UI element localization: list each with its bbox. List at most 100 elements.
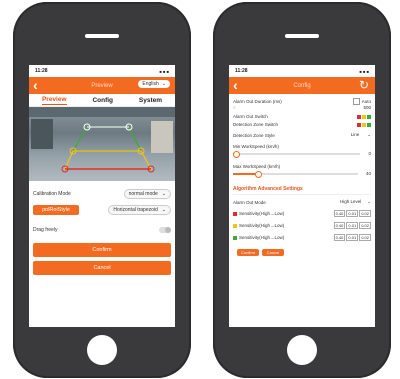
detection-zone-style-select[interactable]: Line ⌄ bbox=[351, 132, 371, 138]
detection-zone-switch-row: Detection Zone Switch bbox=[229, 122, 375, 127]
tab-system[interactable]: System bbox=[139, 97, 162, 104]
divider bbox=[233, 194, 371, 195]
sensitivity-row: Sensitivity(High→Low) 0.40 0.01 0.02 bbox=[229, 210, 375, 217]
left-phone-screen: 11:28 ■ ■ ■ ‹ Preview English ⌄ Preview … bbox=[29, 65, 175, 327]
speaker-grille bbox=[85, 34, 119, 38]
auto-checkbox[interactable] bbox=[352, 98, 360, 105]
sensitivity-input[interactable]: 0.02 bbox=[359, 210, 371, 217]
right-phone: 11:28 ■ ■ ■ ‹ Config ↻ Alarm Out Duratio… bbox=[213, 2, 391, 378]
tab-bar: Preview Config System bbox=[29, 94, 175, 107]
cancel-button[interactable]: Cancel bbox=[33, 261, 171, 275]
cancel-button[interactable]: Cancel bbox=[262, 249, 284, 256]
confirm-button[interactable]: Confirm bbox=[237, 249, 259, 256]
sensitivity-row: Sensitivity(High→Low) 0.40 0.01 0.02 bbox=[229, 234, 375, 241]
detection-zone-style-row: Detection Zone Style Line ⌄ bbox=[229, 132, 375, 138]
style-row: polRoiStyle Horizontal trapezoid ⌄ bbox=[29, 205, 175, 215]
home-button[interactable] bbox=[87, 335, 117, 365]
detection-zone-switch-swatches[interactable] bbox=[357, 122, 371, 127]
sensitivity-input[interactable]: 0.02 bbox=[359, 234, 371, 241]
language-select[interactable]: English ⌄ bbox=[138, 80, 170, 88]
chevron-down-icon: ⌄ bbox=[161, 81, 166, 87]
slider-thumb[interactable] bbox=[254, 170, 262, 178]
detection-zone-overlay bbox=[29, 107, 175, 173]
yellow-swatch[interactable] bbox=[362, 122, 366, 127]
sensitivity-label: Sensitivity(High→Low) bbox=[239, 211, 285, 216]
left-wall bbox=[31, 119, 53, 149]
auto-label: Auto bbox=[361, 99, 371, 104]
shape-select[interactable]: Horizontal trapezoid ⌄ bbox=[108, 205, 171, 215]
footer-buttons: Confirm Cancel bbox=[237, 249, 375, 256]
alarm-out-mode-select[interactable]: High Level ⌄ bbox=[340, 199, 371, 205]
status-bar: 11:28 ■ ■ ■ bbox=[29, 65, 175, 77]
red-swatch[interactable] bbox=[357, 114, 361, 119]
alarm-out-duration-value: 500 bbox=[363, 105, 371, 110]
sensitivity-label: Sensitivity(High→Low) bbox=[239, 235, 285, 240]
advanced-settings-title: Algorithm Advanced Settings bbox=[233, 186, 303, 192]
sensitivity-input[interactable]: 0.40 bbox=[333, 222, 346, 229]
alarm-out-switch-label: Alarm Out Switch bbox=[233, 114, 268, 119]
max-speed-row: 40 bbox=[229, 170, 375, 178]
detection-zone-style-value: Line bbox=[350, 132, 360, 137]
alarm-out-duration-label: Alarm Out Duration (ms) bbox=[233, 99, 282, 104]
sensitivity-input[interactable]: 0.01 bbox=[346, 210, 359, 217]
alarm-out-switch-swatches[interactable] bbox=[357, 114, 371, 119]
language-value: English bbox=[142, 81, 159, 87]
alarm-out-mode-label: Alarm Out Mode bbox=[233, 199, 266, 205]
chevron-down-icon: ⌄ bbox=[161, 207, 166, 213]
nav-bar: ‹ Preview English ⌄ bbox=[29, 77, 175, 94]
camera-preview[interactable] bbox=[29, 107, 175, 181]
home-button[interactable] bbox=[287, 335, 317, 365]
sensitivity-input[interactable]: 0.01 bbox=[346, 234, 359, 241]
min-speed-row: 0 bbox=[229, 150, 375, 158]
duration-slider-thumb-icon[interactable]: ○ bbox=[233, 105, 236, 110]
green-swatch[interactable] bbox=[367, 122, 371, 127]
calibration-mode-label: Calibration Mode bbox=[33, 191, 71, 197]
slider-thumb[interactable] bbox=[232, 150, 240, 158]
ceiling bbox=[29, 107, 175, 117]
shape-value: Horizontal trapezoid bbox=[113, 207, 158, 213]
green-swatch[interactable] bbox=[367, 114, 371, 119]
detection-zone-switch-label: Detection Zone Switch bbox=[233, 122, 279, 127]
yellow-zone bbox=[64, 150, 153, 170]
signal-icons: ■ ■ ■ bbox=[359, 68, 369, 74]
sensitivity-label-group: Sensitivity(High→Low) bbox=[233, 235, 284, 240]
confirm-button[interactable]: Confirm bbox=[33, 243, 171, 257]
sensitivity-input[interactable]: 0.01 bbox=[346, 222, 359, 229]
zone-color-icon bbox=[233, 235, 237, 240]
red-swatch[interactable] bbox=[357, 122, 361, 127]
alarm-out-duration-value-row: ○ 500 bbox=[229, 105, 375, 110]
min-speed-label-row: Min WorkSpeed (km/h) bbox=[229, 144, 375, 149]
green-zone bbox=[71, 126, 142, 152]
sensitivity-input[interactable]: 0.02 bbox=[359, 222, 371, 229]
nav-title: Config bbox=[293, 82, 311, 89]
sensitivity-label: Sensitivity(High→Low) bbox=[239, 223, 285, 228]
sensitivity-input[interactable]: 0.40 bbox=[333, 234, 346, 241]
max-speed-label-row: Max WorkSpeed (km/h) bbox=[229, 164, 375, 169]
max-speed-slider[interactable] bbox=[233, 170, 358, 178]
style-button[interactable]: polRoiStyle bbox=[33, 205, 79, 215]
calibration-mode-select[interactable]: normal mode ⌄ bbox=[123, 189, 171, 199]
min-speed-value: 0 bbox=[368, 151, 371, 156]
calibration-mode-value: normal mode bbox=[128, 191, 158, 197]
status-bar: 11:28 ■ ■ ■ bbox=[229, 65, 375, 77]
drag-freely-label: Drag freely bbox=[33, 227, 58, 233]
refresh-icon[interactable]: ↻ bbox=[359, 78, 369, 93]
sensitivity-input[interactable]: 0.40 bbox=[333, 210, 346, 217]
tab-preview[interactable]: Preview bbox=[41, 96, 67, 105]
drag-freely-toggle[interactable] bbox=[159, 227, 171, 233]
zone-color-icon bbox=[233, 223, 237, 228]
alarm-out-mode-row: Alarm Out Mode High Level ⌄ bbox=[229, 199, 375, 205]
min-speed-slider[interactable] bbox=[232, 150, 361, 158]
yellow-swatch[interactable] bbox=[362, 114, 366, 119]
tab-config[interactable]: Config bbox=[92, 97, 113, 104]
chevron-down-icon: ⌄ bbox=[367, 199, 371, 204]
alarm-out-mode-value: High Level bbox=[339, 199, 362, 204]
zone-color-icon bbox=[233, 211, 237, 216]
max-speed-label: Max WorkSpeed (km/h) bbox=[233, 164, 281, 169]
calibration-mode-row: Calibration Mode normal mode ⌄ bbox=[29, 189, 175, 199]
status-time: 11:28 bbox=[235, 68, 248, 74]
right-box bbox=[151, 121, 173, 153]
chevron-down-icon: ⌄ bbox=[161, 191, 166, 197]
sensitivity-values: 0.40 0.01 0.02 bbox=[333, 234, 371, 241]
auto-checkbox-group: Auto bbox=[352, 98, 371, 105]
